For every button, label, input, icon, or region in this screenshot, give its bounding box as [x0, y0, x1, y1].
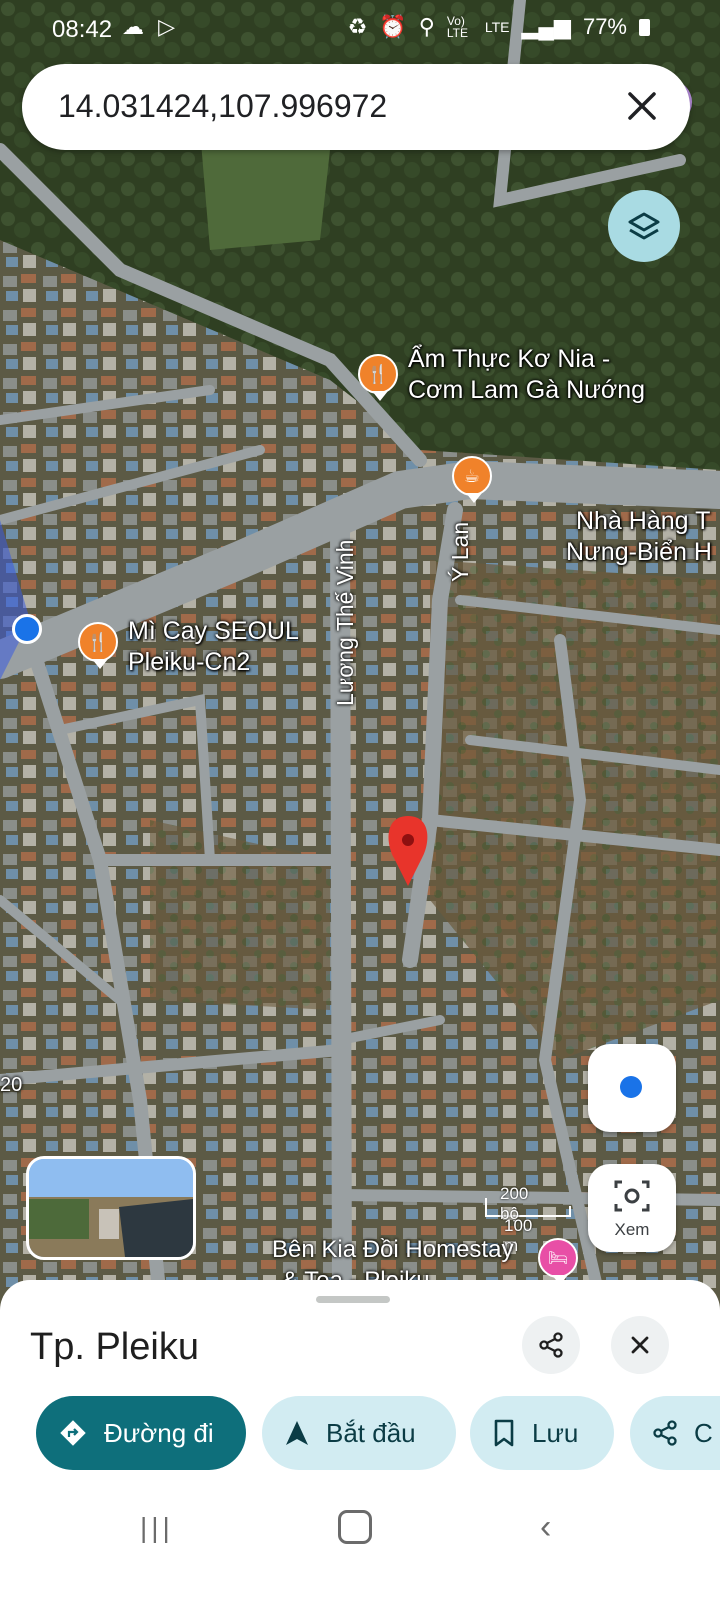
- share-chip-button[interactable]: C: [630, 1396, 720, 1470]
- close-sheet-button[interactable]: [611, 1316, 669, 1374]
- clear-search-icon[interactable]: [620, 84, 664, 128]
- save-label: Lưu: [532, 1417, 579, 1448]
- search-query[interactable]: 14.031424,107.996972: [58, 88, 387, 125]
- location-icon: ⚲: [418, 14, 435, 39]
- bookmark-icon: [494, 1419, 514, 1447]
- lens-label: Xem: [614, 1220, 650, 1239]
- directions-label: Đường đi: [104, 1417, 214, 1448]
- street-view-thumbnail[interactable]: [26, 1156, 196, 1260]
- back-icon[interactable]: ‹: [540, 1508, 551, 1547]
- restaurant-pin[interactable]: 🍴: [358, 354, 398, 401]
- notification-icons: ☁ ▷: [122, 14, 180, 39]
- navigation-icon: [286, 1421, 308, 1445]
- close-icon: [631, 1336, 649, 1354]
- action-chips: Đường đi Bắt đầu Lưu C: [0, 1396, 720, 1472]
- layers-button[interactable]: [608, 190, 680, 262]
- lens-button[interactable]: Xem: [588, 1164, 676, 1252]
- save-button[interactable]: Lưu: [470, 1396, 614, 1470]
- directions-button[interactable]: Đường đi: [36, 1396, 246, 1470]
- sheet-drag-handle[interactable]: [316, 1296, 390, 1303]
- share-icon: [539, 1332, 563, 1358]
- status-bar: 08:42 ☁ ▷ ♻ ⏰ ⚲ Vo) LTE LTE ▂▄▆ 77%: [0, 0, 720, 58]
- my-location-button[interactable]: [588, 1044, 676, 1132]
- home-icon[interactable]: [338, 1510, 372, 1544]
- alarm-icon: ⏰: [379, 14, 407, 39]
- share-icon: [653, 1420, 677, 1446]
- hotel-icon: 🛏: [547, 1250, 569, 1267]
- start-button[interactable]: Bắt đầu: [262, 1396, 456, 1470]
- poi-label-nha-hang[interactable]: Nhà Hàng T Nưng-Biển H: [566, 506, 712, 568]
- system-icons: ♻ ⏰ ⚲ Vo) LTE LTE ▂▄▆ 77%: [348, 14, 650, 40]
- my-location-icon: [620, 1076, 642, 1098]
- layers-icon: [628, 212, 660, 240]
- recent-apps-icon[interactable]: |||: [140, 1512, 174, 1544]
- poi-label-mi-cay[interactable]: Mì Cay SEOUL Pleiku-Cn2: [128, 616, 299, 678]
- hotel-pin[interactable]: 🛏: [538, 1238, 578, 1285]
- camera-lens-icon: [614, 1180, 650, 1212]
- volte-label: Vo) LTE: [446, 14, 468, 40]
- recycle-icon: ♻: [347, 14, 368, 39]
- battery-label: 77%: [582, 14, 627, 39]
- start-label: Bắt đầu: [326, 1417, 416, 1448]
- cafe-icon: ☕: [463, 465, 481, 486]
- directions-icon: [60, 1420, 86, 1446]
- restaurant-pin-2[interactable]: 🍴: [78, 622, 118, 669]
- edge-label: 20: [0, 1074, 23, 1096]
- restaurant-icon: 🍴: [366, 363, 390, 384]
- share-button[interactable]: [522, 1316, 580, 1374]
- street-label-luong-the-vinh: Lương Thế Vinh: [332, 539, 358, 706]
- street-view-image: [29, 1159, 193, 1257]
- poi-label-kornia[interactable]: Ẩm Thực Kơ Nia - Cơm Lam Gà Nướng: [408, 344, 645, 406]
- search-bar[interactable]: 14.031424,107.996972: [22, 64, 690, 150]
- share-chip-label: C: [694, 1417, 713, 1448]
- system-nav-bar: ||| ‹: [0, 1480, 720, 1600]
- clock: 08:42: [52, 16, 113, 43]
- current-location-dot: [12, 614, 42, 644]
- signal-icon: ▂▄▆: [521, 14, 571, 39]
- battery-icon: [639, 18, 650, 36]
- place-title: Tp. Pleiku: [30, 1326, 199, 1368]
- street-label-y-lan: Ý Lan: [447, 521, 473, 582]
- restaurant-icon: 🍴: [86, 631, 110, 652]
- cafe-pin[interactable]: ☕: [452, 456, 492, 503]
- network-label: LTE: [484, 19, 510, 35]
